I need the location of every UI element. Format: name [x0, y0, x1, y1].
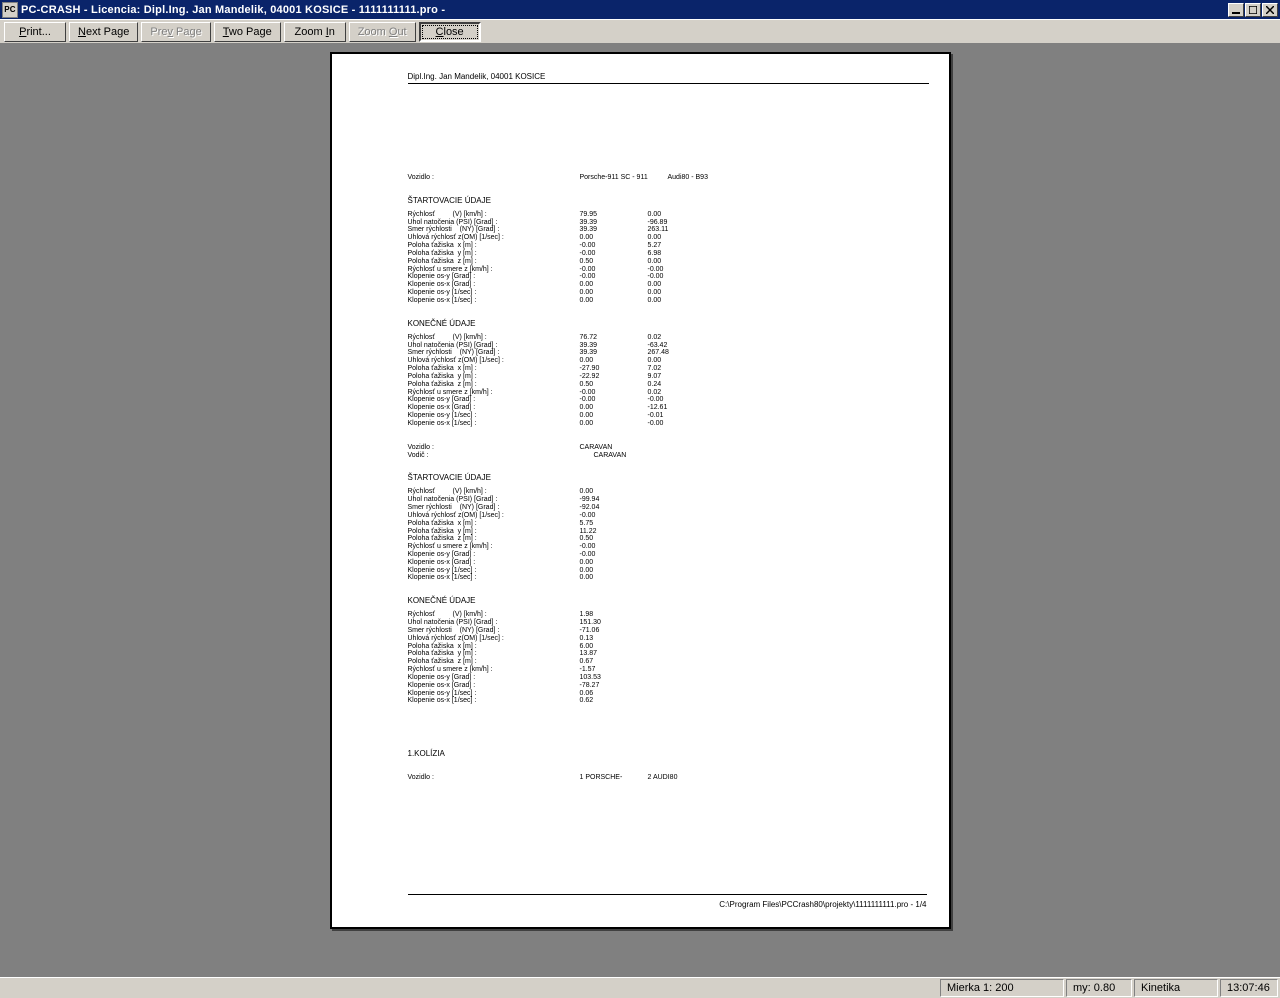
data-row: Poloha ťažiska y [m] :-22.929.07: [408, 373, 929, 381]
data-row: Poloha ťažiska y [m] :13.87: [408, 650, 929, 658]
preview-viewport[interactable]: Dipl.Ing. Jan Mandelik, 04001 KOSICE Voz…: [0, 44, 1280, 977]
footer-rule: [408, 894, 927, 895]
data-row: Klopenie os-y [1/sec] :0.06: [408, 690, 929, 698]
close-window-button[interactable]: [1262, 3, 1278, 17]
data-row: Klopenie os-y [1/sec] :0.000.00: [408, 289, 929, 297]
data-row: Uhlová rýchlosť z(OM) [1/sec] :0.13: [408, 635, 929, 643]
data-row: Uhol natočenia (PSI) [Grad] :39.39-96.89: [408, 219, 929, 227]
data-row: Smer rýchlosti (NY) [Grad] :39.39263.11: [408, 226, 929, 234]
data-row: Klopenie os-x [Grad] :0.00-12.61: [408, 404, 929, 412]
status-time: 13:07:46: [1220, 979, 1278, 997]
report-header: Dipl.Ing. Jan Mandelik, 04001 KOSICE: [408, 72, 929, 81]
data-row: Uhlová rýchlosť z(OM) [1/sec] :-0.00: [408, 512, 929, 520]
section-end-2: KONEČNÉ ÚDAJE: [408, 596, 929, 605]
data-row: Uhol natočenia (PSI) [Grad] :151.30: [408, 619, 929, 627]
data-row: Rýchlosť (V) [km/h] :79.950.00: [408, 211, 929, 219]
page-footer: C:\Program Files\PCCrash80\projekty\1111…: [719, 900, 926, 909]
data-row: Poloha ťažiska y [m] :11.22: [408, 528, 929, 536]
data-row: Smer rýchlosti (NY) [Grad] :-92.04: [408, 504, 929, 512]
status-my: my: 0.80: [1066, 979, 1132, 997]
status-bar: Mierka 1: 200 my: 0.80 Kinetika 13:07:46: [0, 977, 1280, 998]
data-row: Poloha ťažiska y [m] :-0.006.98: [408, 250, 929, 258]
data-row: Klopenie os-y [Grad] :-0.00: [408, 551, 929, 559]
data-row: Klopenie os-x [Grad] :-78.27: [408, 682, 929, 690]
data-row: Klopenie os-x [1/sec] :0.00: [408, 574, 929, 582]
data-row: Poloha ťažiska x [m] :6.00: [408, 643, 929, 651]
next-page-button[interactable]: Next Page: [69, 22, 138, 42]
data-row: Poloha ťažiska z [m] :0.500.24: [408, 381, 929, 389]
section-start-1: ŠTARTOVACIE ÚDAJE: [408, 196, 929, 205]
kolizia-heading: 1.KOLÍZIA: [408, 749, 929, 758]
vehicle-header-row: Vozidlo : Porsche-911 SC - 911 Audi80 - …: [408, 174, 929, 182]
data-row: Rýchlosť u smere z [km/h] :-0.000.02: [408, 389, 929, 397]
zoom-out-button: Zoom Out: [349, 22, 416, 42]
data-row: Rýchlosť u smere z [km/h] :-0.00: [408, 543, 929, 551]
preview-page[interactable]: Dipl.Ing. Jan Mandelik, 04001 KOSICE Voz…: [330, 52, 951, 929]
status-scale: Mierka 1: 200: [940, 979, 1064, 997]
prev-page-button: Prev Page: [141, 22, 210, 42]
app-icon: PC: [2, 2, 18, 18]
page-content: Dipl.Ing. Jan Mandelik, 04001 KOSICE Voz…: [408, 72, 929, 909]
data-row: Klopenie os-y [1/sec] :0.00: [408, 567, 929, 575]
data-row: Poloha ťažiska z [m] :0.67: [408, 658, 929, 666]
data-row: Klopenie os-y [1/sec] :0.00-0.01: [408, 412, 929, 420]
section-end-1: KONEČNÉ ÚDAJE: [408, 319, 929, 328]
print-preview-toolbar: Print... Next Page Prev Page Two Page Zo…: [0, 19, 1280, 44]
data-row: Klopenie os-x [Grad] :0.000.00: [408, 281, 929, 289]
section-start-2: ŠTARTOVACIE ÚDAJE: [408, 473, 929, 482]
data-row: Poloha ťažiska x [m] :-27.907.02: [408, 365, 929, 373]
data-row: Klopenie os-x [1/sec] :0.62: [408, 697, 929, 705]
data-row: Poloha ťažiska x [m] :5.75: [408, 520, 929, 528]
window-titlebar: PC PC-CRASH - Licencia: Dipl.Ing. Jan Ma…: [0, 0, 1280, 19]
minimize-button[interactable]: [1228, 3, 1244, 17]
data-row: Klopenie os-y [Grad] :-0.00-0.00: [408, 396, 929, 404]
data-row: Rýchlosť (V) [km/h] :76.720.02: [408, 334, 929, 342]
maximize-button[interactable]: [1245, 3, 1261, 17]
print-button[interactable]: Print...: [4, 22, 66, 42]
window-title: PC-CRASH - Licencia: Dipl.Ing. Jan Mande…: [21, 4, 1228, 16]
data-row: Uhol natočenia (PSI) [Grad] :39.39-63.42: [408, 342, 929, 350]
data-row: Rýchlosť u smere z [km/h] :-0.00-0.00: [408, 266, 929, 274]
data-row: Uhol natočenia (PSI) [Grad] :-99.94: [408, 496, 929, 504]
two-page-button[interactable]: Two Page: [214, 22, 281, 42]
data-row: Klopenie os-y [Grad] :103.53: [408, 674, 929, 682]
window-controls: [1228, 3, 1278, 17]
data-row: Smer rýchlosti (NY) [Grad] :-71.06: [408, 627, 929, 635]
data-row: Klopenie os-x [1/sec] :0.00-0.00: [408, 420, 929, 428]
data-row: Rýchlosť (V) [km/h] :0.00: [408, 488, 929, 496]
data-row: Rýchlosť u smere z [km/h] :-1.57: [408, 666, 929, 674]
data-row: Poloha ťažiska z [m] :0.500.00: [408, 258, 929, 266]
data-row: Poloha ťažiska x [m] :-0.005.27: [408, 242, 929, 250]
kolizia-vehicles: Vozidlo : 1 PORSCHE- 2 AUDI80: [408, 774, 929, 782]
close-button[interactable]: Close: [419, 22, 481, 42]
data-row: Rýchlosť (V) [km/h] :1.98: [408, 611, 929, 619]
data-row: Klopenie os-y [Grad] :-0.00-0.00: [408, 273, 929, 281]
vehicle3-row: Vozidlo : CARAVAN: [408, 444, 929, 452]
data-row: Uhlová rýchlosť z(OM) [1/sec] :0.000.00: [408, 234, 929, 242]
data-row: Uhlová rýchlosť z(OM) [1/sec] :0.000.00: [408, 357, 929, 365]
data-row: Smer rýchlosti (NY) [Grad] :39.39267.48: [408, 349, 929, 357]
data-row: Poloha ťažiska z [m] :0.50: [408, 535, 929, 543]
zoom-in-button[interactable]: Zoom In: [284, 22, 346, 42]
data-row: Klopenie os-x [1/sec] :0.000.00: [408, 297, 929, 305]
status-mode: Kinetika: [1134, 979, 1218, 997]
data-row: Klopenie os-x [Grad] :0.00: [408, 559, 929, 567]
vodic-row: Vodič : CARAVAN: [408, 452, 929, 460]
